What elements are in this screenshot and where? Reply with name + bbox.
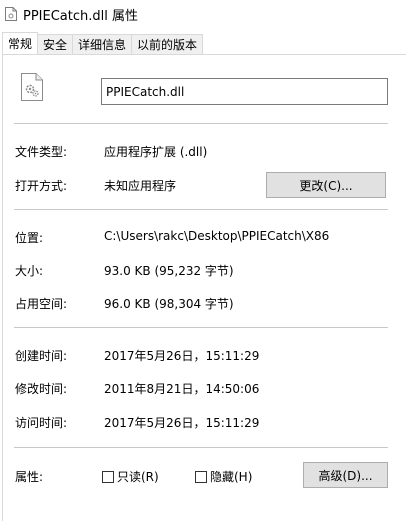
tab-details[interactable]: 详细信息 bbox=[72, 34, 133, 54]
advanced-button[interactable]: 高级(D)... bbox=[303, 462, 388, 488]
hidden-checkbox-label[interactable]: 隐藏(H) bbox=[210, 468, 252, 485]
tab-previous-versions[interactable]: 以前的版本 bbox=[131, 34, 204, 54]
window-title: PPIECatch.dll 属性 bbox=[23, 8, 138, 24]
size-on-disk-value: 96.0 KB (98,304 字节) bbox=[104, 297, 234, 311]
size-on-disk-label: 占用空间: bbox=[15, 297, 68, 311]
location-value: C:\Users\rakc\Desktop\PPIECatch\X86 bbox=[104, 229, 330, 243]
opens-with-value: 未知应用程序 bbox=[104, 179, 177, 193]
properties-window: PPIECatch.dll 属性 常规 安全 详细信息 以前的版本 文件类型: … bbox=[0, 0, 408, 521]
title-bar[interactable]: PPIECatch.dll 属性 bbox=[0, 0, 408, 28]
readonly-checkbox-label[interactable]: 只读(R) bbox=[117, 468, 159, 485]
change-button[interactable]: 更改(C)... bbox=[266, 172, 386, 198]
size-value: 93.0 KB (95,232 字节) bbox=[104, 264, 234, 278]
file-name-input[interactable] bbox=[101, 78, 388, 105]
created-label: 创建时间: bbox=[15, 349, 68, 363]
accessed-value: 2017年5月26日，15:11:29 bbox=[104, 416, 260, 430]
hidden-checkbox-box[interactable] bbox=[195, 470, 207, 483]
tab-security[interactable]: 安全 bbox=[37, 34, 74, 54]
file-type-value: 应用程序扩展 (.dll) bbox=[104, 145, 208, 159]
size-label: 大小: bbox=[15, 264, 44, 278]
modified-label: 修改时间: bbox=[15, 382, 68, 396]
file-type-label: 文件类型: bbox=[15, 145, 68, 159]
dll-file-icon bbox=[5, 7, 17, 21]
tab-general[interactable]: 常规 bbox=[2, 32, 39, 54]
separator bbox=[14, 447, 388, 448]
modified-value: 2011年8月21日，14:50:06 bbox=[104, 382, 260, 396]
separator bbox=[14, 209, 388, 210]
tab-strip: 常规 安全 详细信息 以前的版本 bbox=[2, 32, 204, 54]
general-tab-panel bbox=[2, 54, 406, 521]
separator bbox=[14, 123, 388, 124]
attributes-label: 属性: bbox=[15, 470, 44, 484]
readonly-checkbox[interactable]: 只读(R) bbox=[102, 468, 159, 485]
dll-file-gear-icon bbox=[20, 72, 44, 102]
separator bbox=[14, 327, 388, 328]
readonly-checkbox-box[interactable] bbox=[102, 470, 114, 483]
opens-with-label: 打开方式: bbox=[15, 179, 68, 193]
location-label: 位置: bbox=[15, 231, 44, 245]
accessed-label: 访问时间: bbox=[15, 416, 68, 430]
created-value: 2017年5月26日，15:11:29 bbox=[104, 349, 260, 363]
hidden-checkbox[interactable]: 隐藏(H) bbox=[195, 468, 252, 485]
